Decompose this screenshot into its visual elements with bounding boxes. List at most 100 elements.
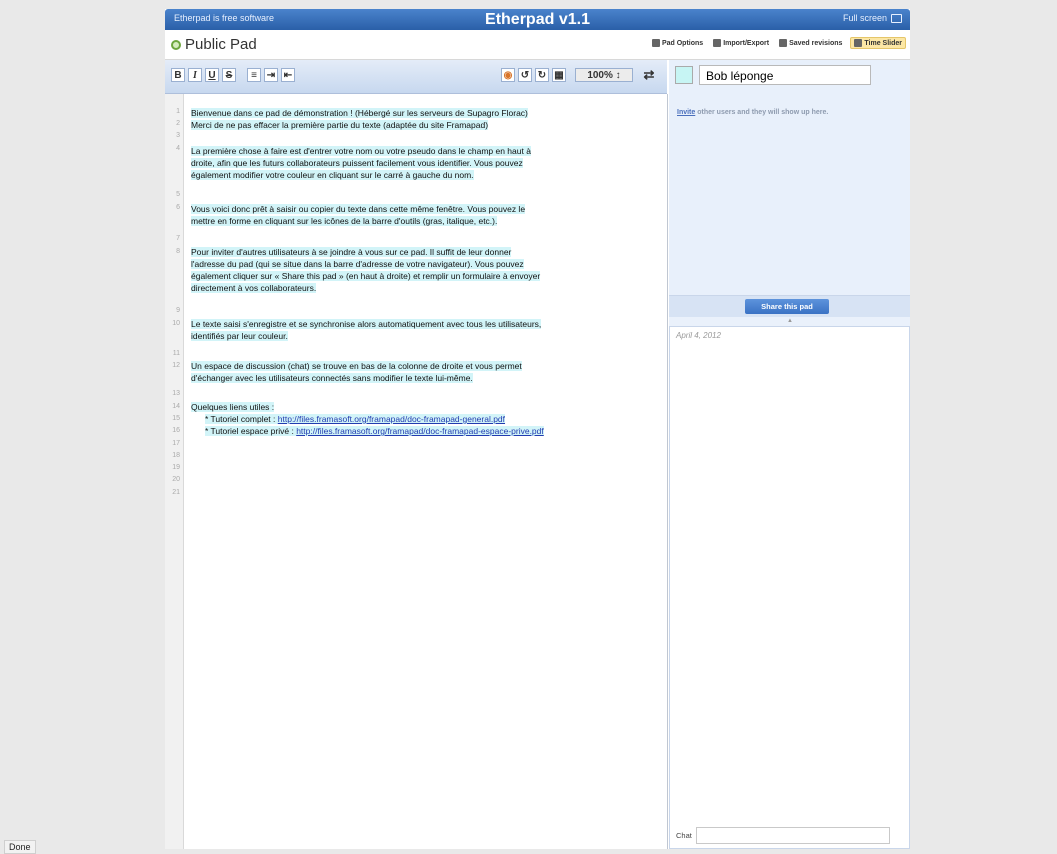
line-number: 18 — [172, 452, 180, 459]
pad-options-button[interactable]: Pad Options — [650, 37, 705, 49]
editor-area[interactable]: 1 2 3 4 5 6 7 8 9 10 11 12 13 14 15 16 1… — [165, 94, 668, 849]
resize-handle-icon[interactable]: ▲ — [787, 318, 793, 324]
fullscreen-label: Full screen — [842, 13, 887, 23]
color-picker-icon[interactable]: ◉ — [501, 68, 515, 82]
redo-icon[interactable]: ↻ — [535, 68, 549, 82]
text-line-4c: également modifier votre couleur en cliq… — [191, 170, 474, 180]
text-line-2: Merci de ne pas effacer la première part… — [191, 120, 489, 130]
text-line: également modifier votre couleur en cliq… — [191, 169, 651, 181]
etherpad-window: Etherpad is free software Etherpad v1.1 … — [165, 9, 910, 849]
text-line: également cliquer sur « Share this pad »… — [191, 270, 651, 282]
line-number: 14 — [172, 403, 180, 410]
line-number: 7 — [176, 235, 180, 242]
chat-footer: Chat — [676, 827, 890, 844]
line-number: 3 — [176, 132, 180, 139]
time-slider-label: Time Slider — [864, 39, 902, 47]
time-slider-button[interactable]: Time Slider — [850, 37, 906, 49]
time-slider-icon — [854, 39, 863, 47]
line-number: 11 — [172, 350, 180, 357]
saved-revisions-label: Saved revisions — [789, 39, 843, 47]
top-bar: Etherpad is free software Etherpad v1.1 … — [165, 9, 910, 30]
text-line: directement à vos collaborateurs. — [191, 282, 651, 294]
chat-date: April 4, 2012 — [676, 331, 721, 340]
text-line-8b: l'adresse du pad (qui se situe dans la b… — [191, 259, 524, 269]
text-line-12a: Un espace de discussion (chat) se trouve… — [191, 361, 522, 371]
editor-toolbar: B I U S ≡ ⇥ ⇤ ◉ ↺ ↻ ▦ 100% ↕ ⇄ — [165, 60, 667, 94]
user-color-swatch[interactable] — [675, 66, 693, 84]
text-line: Pour inviter d'autres utilisateurs à se … — [191, 246, 651, 258]
text-line-10b: identifiés par leur couleur. — [191, 331, 288, 341]
line-number: 15 — [172, 415, 180, 422]
text-line-6b: mettre en forme en cliquant sur les icôn… — [191, 216, 498, 226]
underline-button[interactable]: U — [205, 68, 219, 82]
text-line: identifiés par leur couleur. — [191, 330, 651, 342]
zoom-select[interactable]: 100% ↕ — [575, 68, 633, 82]
bold-button[interactable]: B — [171, 68, 185, 82]
browser-status: Done — [4, 840, 36, 854]
line-number: 4 — [176, 145, 180, 152]
strikethrough-button[interactable]: S — [222, 68, 236, 82]
text-line-4b: droite, afin que les futurs collaborateu… — [191, 158, 523, 168]
import-export-button[interactable]: Import/Export — [711, 37, 771, 49]
text-line: mettre en forme en cliquant sur les icôn… — [191, 215, 651, 227]
save-revision-icon[interactable]: ▦ — [552, 68, 566, 82]
saved-revisions-button[interactable]: Saved revisions — [777, 37, 844, 49]
line-number: 17 — [172, 440, 180, 447]
text-line: Quelques liens utiles : — [191, 401, 651, 413]
text-line: Vous voici donc prêt à saisir ou copier … — [191, 203, 651, 215]
tutorial-private-link[interactable]: http://files.framasoft.org/framapad/doc-… — [296, 426, 544, 436]
pad-options-icon — [651, 39, 660, 47]
saved-revisions-icon — [779, 39, 788, 47]
text-line: La première chose à faire est d'entrer v… — [191, 145, 651, 157]
line-number: 1 — [176, 108, 180, 115]
import-export-icon — [713, 39, 722, 47]
text-line: * Tutoriel espace privé : http://files.f… — [205, 425, 665, 437]
indent-icon[interactable]: ⇥ — [264, 68, 278, 82]
import-export-label: Import/Export — [723, 39, 770, 47]
pad-name: Public Pad — [185, 36, 257, 53]
text-line-8c: également cliquer sur « Share this pad »… — [191, 271, 541, 281]
text-line-10a: Le texte saisi s'enregistre et se synchr… — [191, 319, 542, 329]
line-number: 20 — [172, 476, 180, 483]
chat-panel: April 4, 2012 Chat — [669, 326, 910, 849]
app-title: Etherpad v1.1 — [485, 11, 590, 28]
line-number: 16 — [172, 427, 180, 434]
pad-options-bar: Pad Options Import/Export Saved revision… — [650, 37, 906, 49]
outdent-icon[interactable]: ⇤ — [281, 68, 295, 82]
right-sidebar: Bob léponge Invite other users and they … — [669, 60, 910, 849]
text-line: Merci de ne pas effacer la première part… — [191, 119, 651, 131]
chat-input[interactable] — [695, 827, 890, 844]
line-number: 2 — [176, 120, 180, 127]
share-this-pad-button[interactable]: Share this pad — [745, 299, 829, 314]
fullscreen-button[interactable]: Full screen — [843, 13, 902, 23]
italic-button[interactable]: I — [188, 68, 202, 82]
pad-bar: Public Pad Pad Options Import/Export Sav… — [165, 30, 910, 60]
text-line: Bienvenue dans ce pad de démonstration !… — [191, 107, 651, 119]
text-line: droite, afin que les futurs collaborateu… — [191, 157, 651, 169]
bullet-list-icon[interactable]: ≡ — [247, 68, 261, 82]
line-number: 5 — [176, 191, 180, 198]
username-input[interactable]: Bob léponge — [699, 65, 871, 85]
text-line-8a: Pour inviter d'autres utilisateurs à se … — [191, 247, 512, 257]
line-number: 21 — [172, 489, 180, 496]
line-number-gutter: 1 2 3 4 5 6 7 8 9 10 11 12 13 14 15 16 1… — [165, 94, 184, 849]
toggle-sidebar-icon[interactable]: ⇄ — [639, 68, 659, 82]
undo-icon[interactable]: ↺ — [518, 68, 532, 82]
text-line-16-prefix: * Tutoriel espace privé : — [205, 426, 297, 436]
pad-title: Public Pad — [171, 36, 257, 53]
share-bar: Share this pad — [669, 296, 910, 317]
text-line-8d: directement à vos collaborateurs. — [191, 283, 317, 293]
line-number: 19 — [172, 464, 180, 471]
tutorial-general-link[interactable]: http://files.framasoft.org/framapad/doc-… — [277, 414, 506, 424]
line-number: 13 — [172, 390, 180, 397]
line-number: 12 — [172, 362, 180, 369]
line-number: 9 — [176, 307, 180, 314]
zoom-value: 100% — [587, 70, 613, 81]
fullscreen-icon — [891, 13, 902, 23]
invite-text: Invite other users and they will show up… — [677, 109, 828, 116]
text-line: d'échanger avec les utilisateurs connect… — [191, 372, 651, 384]
invite-link[interactable]: Invite — [677, 109, 695, 116]
line-number: 6 — [176, 204, 180, 211]
zoom-arrow-icon: ↕ — [615, 70, 621, 81]
invite-message: other users and they will show up here. — [695, 109, 829, 116]
